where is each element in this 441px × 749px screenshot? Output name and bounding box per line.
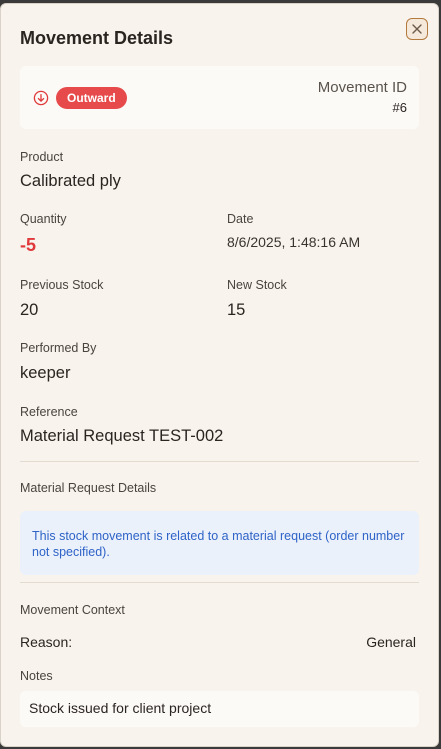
new-stock-label: New Stock: [227, 278, 287, 292]
date-value: 8/6/2025, 1:48:16 AM: [227, 234, 361, 250]
movement-context-label: Movement Context: [20, 603, 125, 617]
modal-title: Movement Details: [20, 28, 174, 48]
notes-label: Notes: [20, 669, 53, 683]
arrow-down-circle-icon: [33, 90, 49, 106]
movement-id-label: Movement ID: [317, 79, 407, 96]
performed-by-label: Performed By: [20, 341, 97, 355]
new-stock-value: 15: [227, 301, 246, 319]
date-label: Date: [227, 212, 254, 226]
previous-stock-label: Previous Stock: [20, 278, 104, 292]
product-label: Product: [20, 150, 64, 164]
quantity-label: Quantity: [20, 212, 67, 226]
quantity-value: -5: [20, 235, 37, 255]
section-divider: [20, 461, 419, 462]
section-divider: [20, 582, 419, 583]
movement-summary-card: Outward Movement ID #6: [20, 66, 419, 129]
product-value: Calibrated ply: [20, 172, 121, 190]
close-icon: [412, 24, 422, 34]
reference-value: Material Request TEST-002: [20, 427, 224, 445]
material-request-section-label: Material Request Details: [20, 481, 157, 495]
direction-badge: Outward: [56, 87, 127, 109]
previous-stock-value: 20: [20, 301, 39, 319]
close-button[interactable]: [406, 18, 428, 40]
reason-value: General: [366, 634, 416, 650]
movement-id-value: #6: [392, 100, 407, 115]
material-request-info: This stock movement is related to a mate…: [20, 511, 419, 575]
movement-details-modal: Movement Details Outward Movement ID #6 …: [0, 3, 439, 747]
reference-label: Reference: [20, 405, 78, 419]
notes-value: Stock issued for client project: [20, 691, 419, 727]
performed-by-value: keeper: [20, 364, 71, 382]
reason-label: Reason:: [20, 634, 73, 650]
